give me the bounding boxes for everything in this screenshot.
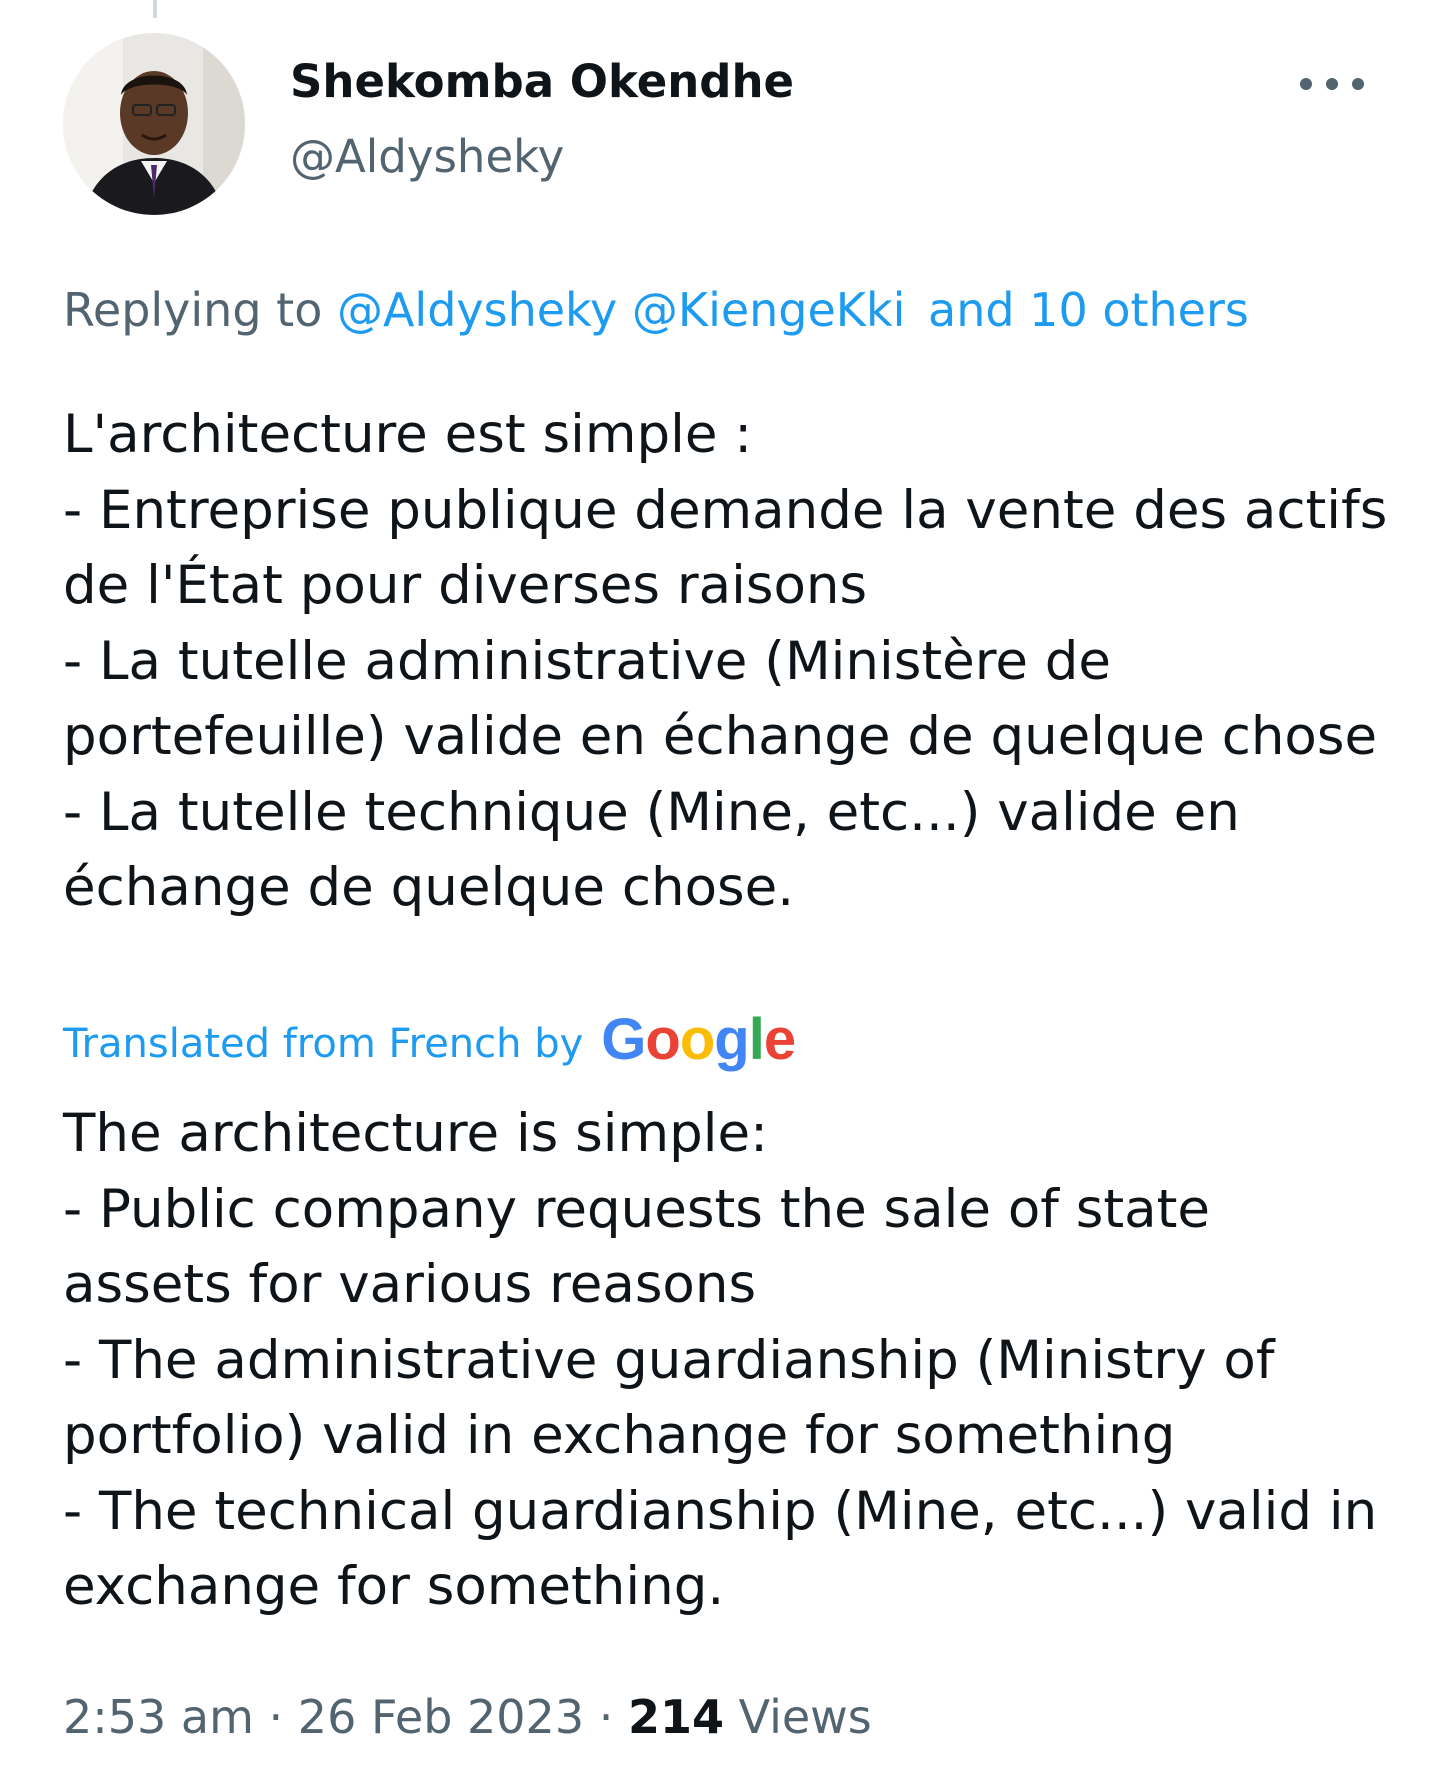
replying-to-line: Replying to @Aldysheky @KiengeKki and 10… [63,283,1249,337]
reply-others-link[interactable]: and 10 others [928,283,1249,337]
google-logo: Google [601,1007,796,1072]
tweet-meta: 2:53 am · 26 Feb 2023 · 214 Views [63,1690,872,1744]
tweet-translated-text: The architecture is simple: - Public com… [63,1103,1378,1617]
reply-mention-aldysheky[interactable]: @Aldysheky [337,283,617,337]
tweet-date[interactable]: 26 Feb 2023 [298,1690,584,1744]
meta-separator: · [268,1690,284,1744]
author-handle[interactable]: @Aldysheky [290,130,564,183]
more-horizontal-icon-dot [1326,78,1338,90]
views-count: 214 [627,1690,724,1744]
replying-to-label: Replying to [63,283,323,337]
tweet-time[interactable]: 2:53 am [63,1690,254,1744]
profile-photo [63,33,245,215]
more-horizontal-icon [1300,78,1312,90]
more-options-button[interactable] [1300,64,1364,104]
translated-from-label: Translated from French by [63,1020,584,1067]
thread-connector-line [153,0,157,18]
meta-separator: · [598,1690,614,1744]
translation-attribution[interactable]: Translated from French by Google [63,1007,796,1077]
views-label: Views [738,1690,872,1744]
avatar[interactable] [63,33,245,215]
reply-mention-kiengekki[interactable]: @KiengeKki [632,283,905,337]
author-name[interactable]: Shekomba Okendhe [290,55,794,108]
tweet-original-text: L'architecture est simple : - Entreprise… [63,404,1388,918]
more-horizontal-icon-dot [1352,78,1364,90]
